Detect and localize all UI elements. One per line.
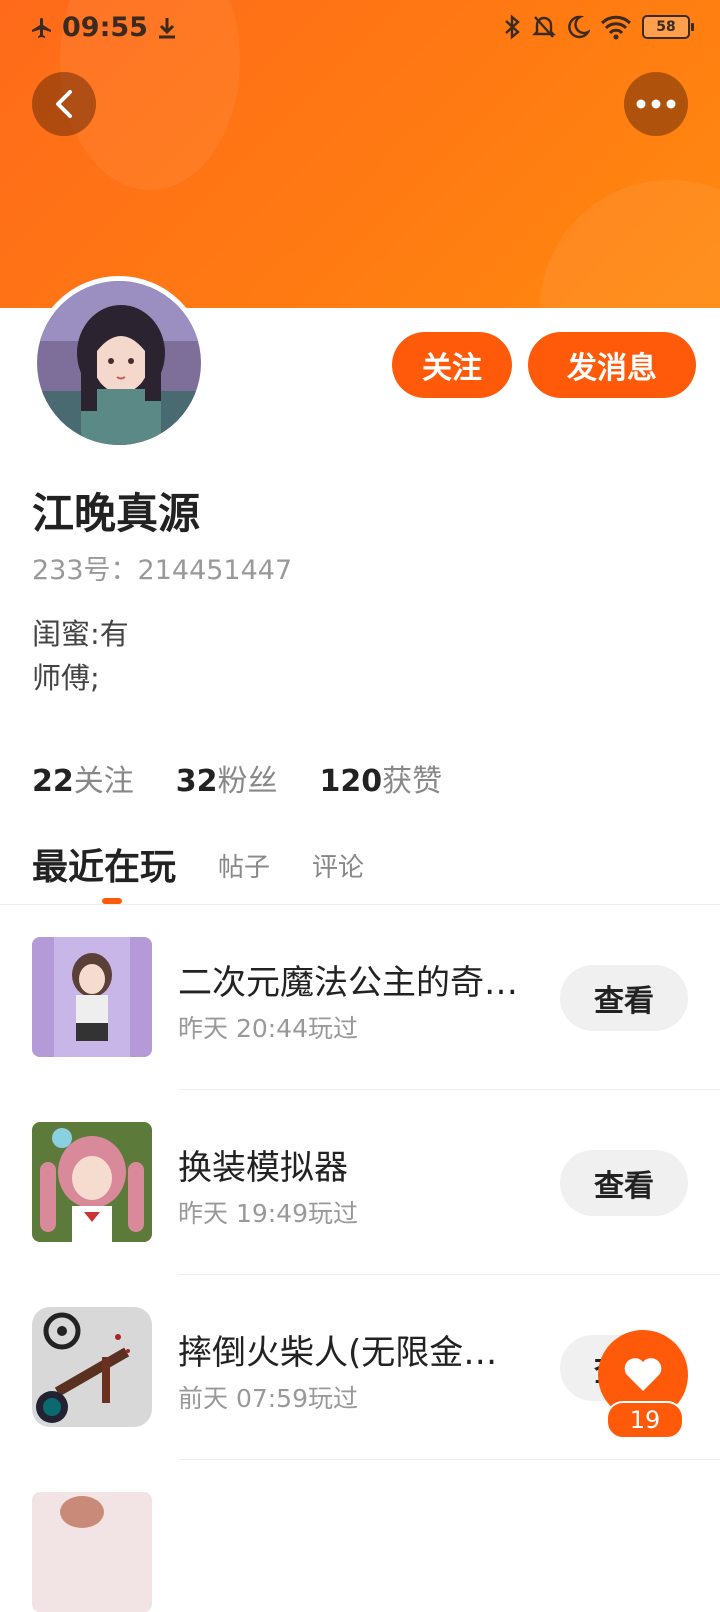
- moon-icon: [568, 15, 590, 39]
- last-played-time: 前天 07:59玩过: [178, 1384, 358, 1413]
- list-item[interactable]: [0, 1460, 720, 1612]
- status-time: 09:55: [62, 12, 148, 43]
- game-thumbnail: [32, 1122, 152, 1242]
- bluetooth-icon: [505, 14, 520, 40]
- banner-decoration: [540, 180, 720, 308]
- mute-bell-icon: [532, 16, 556, 38]
- list-item[interactable]: 二次元魔法公主的奇妙冒险 昨天 20:44玩过 查看: [0, 905, 720, 1090]
- follow-button[interactable]: 关注: [392, 332, 512, 398]
- game-title: 二次元魔法公主的奇妙冒险: [178, 963, 538, 1003]
- profile-bio: 闺蜜:有 师傅;: [32, 612, 129, 700]
- view-button[interactable]: 查看: [560, 965, 688, 1031]
- game-thumbnail: [32, 937, 152, 1057]
- download-icon: [158, 17, 175, 38]
- airplane-mode-icon: [32, 17, 51, 38]
- status-bar: 09:55 58: [0, 0, 720, 56]
- profile-name: 江晚真源: [32, 489, 201, 538]
- avatar-image: [37, 281, 201, 445]
- game-title: 摔倒火柴人(无限金币版): [178, 1333, 518, 1373]
- like-count-badge: 19: [606, 1401, 684, 1439]
- battery-indicator: 58: [642, 15, 694, 39]
- tab-recently-played[interactable]: 最近在玩: [32, 838, 176, 890]
- tab-posts[interactable]: 帖子: [218, 847, 270, 890]
- profile-tabs: 最近在玩 帖子 评论: [32, 838, 364, 890]
- profile-stats: 22关注 32粉丝 120获赞: [32, 756, 442, 800]
- tab-comments[interactable]: 评论: [312, 847, 364, 890]
- chevron-left-icon: [56, 90, 72, 118]
- game-title: 换装模拟器: [178, 1148, 348, 1188]
- heart-icon: [624, 1358, 662, 1391]
- last-played-time: 昨天 20:44玩过: [178, 1014, 358, 1043]
- list-item[interactable]: 换装模拟器 昨天 19:49玩过 查看: [0, 1090, 720, 1275]
- game-thumbnail: [32, 1492, 152, 1612]
- bio-line: 闺蜜:有: [32, 617, 129, 651]
- send-message-button[interactable]: 发消息: [528, 332, 696, 398]
- more-options-button[interactable]: [624, 72, 688, 136]
- avatar[interactable]: [32, 276, 206, 450]
- wifi-icon: [600, 15, 632, 40]
- game-thumbnail: [32, 1307, 152, 1427]
- stat-followers[interactable]: 32粉丝: [176, 756, 278, 800]
- back-button[interactable]: [32, 72, 96, 136]
- bio-line: 师傅;: [32, 661, 100, 695]
- user-id: 233号：214451447: [32, 555, 293, 586]
- profile-header-banner: 09:55 58: [0, 0, 720, 308]
- last-played-time: 昨天 19:49玩过: [178, 1199, 358, 1228]
- view-button[interactable]: 查看: [560, 1150, 688, 1216]
- more-dots-icon: [636, 99, 676, 109]
- stat-likes[interactable]: 120获赞: [320, 756, 443, 800]
- stat-following[interactable]: 22关注: [32, 756, 134, 800]
